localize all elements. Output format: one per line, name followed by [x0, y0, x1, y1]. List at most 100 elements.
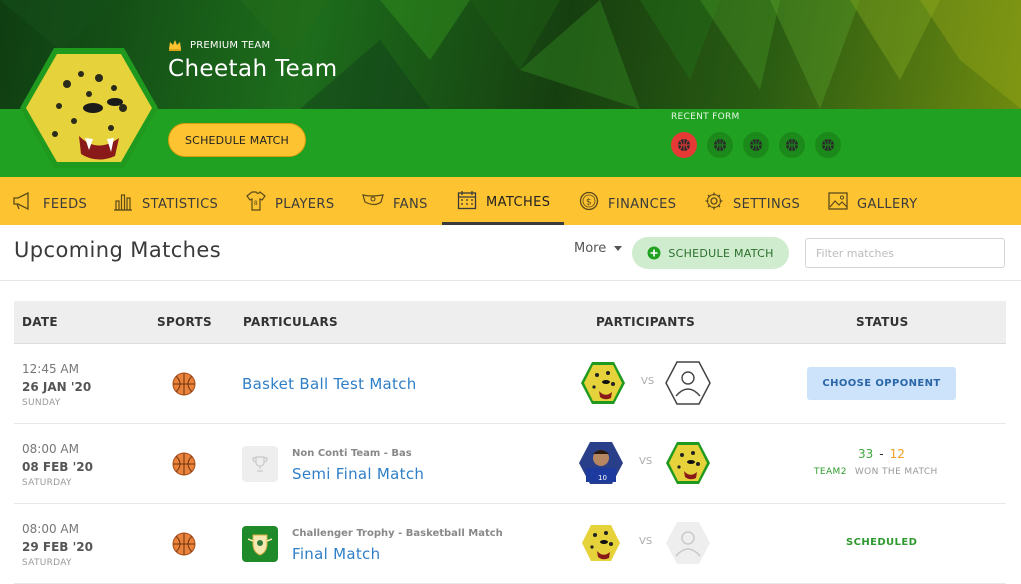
score-away: 12 [889, 447, 905, 461]
svg-text:10: 10 [598, 474, 607, 482]
score-separator: - [879, 447, 884, 461]
winner-team: TEAM2 [814, 467, 847, 477]
svg-text:8: 8 [254, 200, 258, 207]
match-date: 08 FEB '20 [22, 460, 93, 474]
fans-icon [362, 194, 384, 206]
schedule-match-button-secondary[interactable]: SCHEDULE MATCH [632, 237, 789, 269]
team-header: PREMIUM TEAM Cheetah Team SCHEDULE MATCH… [0, 0, 1021, 177]
recent-form-win [743, 132, 769, 158]
bar-chart-icon [114, 194, 132, 211]
tab-finances[interactable]: $ FINANCES [579, 177, 676, 225]
tournament-crest-icon [247, 534, 273, 556]
tab-fans[interactable]: FANS [362, 177, 428, 225]
match-time: 12:45 AM [22, 362, 79, 376]
calendar-icon [457, 190, 477, 209]
basketball-icon [786, 139, 798, 151]
choose-opponent-button[interactable]: CHOOSE OPPONENT [807, 367, 956, 400]
more-label: More [574, 241, 607, 256]
unknown-opponent-avatar[interactable] [665, 520, 711, 566]
status-scheduled: SCHEDULED [846, 537, 918, 548]
match-result: TEAM2 WON THE MATCH [814, 467, 938, 477]
table-row[interactable]: 08:00 AM 08 FEB '20 SATURDAY Non Conti T… [14, 424, 1006, 504]
unknown-opponent-avatar[interactable] [665, 360, 711, 406]
tab-label: GALLERY [857, 196, 918, 212]
crown-icon [169, 40, 181, 51]
caret-down-icon [614, 246, 623, 251]
team-avatar[interactable] [665, 440, 711, 486]
team-name: Cheetah Team [168, 56, 338, 82]
basketball-icon [750, 139, 762, 151]
tab-label: MATCHES [486, 195, 551, 210]
basketball-icon [678, 139, 690, 151]
section-divider [0, 280, 1021, 281]
recent-form-win [707, 132, 733, 158]
column-header-participants: PARTICIPANTS [596, 315, 696, 329]
team-avatar[interactable] [578, 520, 624, 566]
image-icon [828, 192, 848, 210]
match-date: 26 JAN '20 [22, 380, 92, 394]
match-tournament: Challenger Trophy - Basketball Match [292, 528, 503, 539]
tab-label: FINANCES [608, 196, 677, 212]
table-row[interactable]: 08:00 AM 29 FEB '20 SATURDAY Challenger … [14, 504, 1006, 584]
recent-form-win [779, 132, 805, 158]
tournament-thumbnail [242, 446, 278, 482]
schedule-match-button[interactable]: SCHEDULE MATCH [168, 123, 306, 157]
premium-badge: PREMIUM TEAM [168, 38, 270, 52]
match-score: 33 - 12 [858, 447, 905, 461]
match-title-link[interactable]: Final Match [292, 545, 380, 563]
basketball-icon [714, 139, 726, 151]
versus-label: VS [639, 536, 653, 547]
match-title-link[interactable]: Semi Final Match [292, 465, 424, 483]
column-header-status: STATUS [856, 315, 909, 329]
recent-form-loss [671, 132, 697, 158]
table-row[interactable]: 12:45 AM 26 JAN '20 SUNDAY Basket Ball T… [14, 344, 1006, 424]
basketball-icon [822, 139, 834, 151]
matches-table-header: DATE SPORTS PARTICULARS PARTICIPANTS STA… [14, 301, 1006, 344]
plus-circle-icon [647, 246, 661, 260]
recent-form-win [815, 132, 841, 158]
dollar-coin-icon: $ [579, 191, 599, 211]
basketball-icon [172, 372, 196, 396]
versus-label: VS [639, 456, 653, 467]
column-header-date: DATE [22, 315, 58, 329]
score-home: 33 [858, 447, 874, 461]
tab-statistics[interactable]: STATISTICS [113, 177, 218, 225]
tab-label: PLAYERS [275, 196, 335, 212]
team-tab-bar: FEEDS STATISTICS 8 PLAYERS FANS MATCHES … [0, 177, 1021, 225]
match-time: 08:00 AM [22, 522, 79, 536]
tab-label: FANS [393, 196, 428, 212]
recent-form [671, 132, 841, 158]
tab-matches[interactable]: MATCHES [442, 177, 564, 225]
premium-label: PREMIUM TEAM [190, 39, 271, 51]
tab-gallery[interactable]: GALLERY [828, 177, 918, 225]
match-day: SATURDAY [22, 478, 72, 488]
match-title-link[interactable]: Basket Ball Test Match [242, 375, 417, 393]
result-text: WON THE MATCH [854, 467, 938, 477]
column-header-particulars: PARTICULARS [243, 315, 338, 329]
column-header-sports: SPORTS [157, 315, 212, 329]
versus-label: VS [641, 376, 655, 387]
tab-label: STATISTICS [142, 196, 219, 212]
basketball-icon [172, 452, 196, 476]
team2-avatar[interactable]: 10 [578, 440, 624, 486]
basketball-icon [172, 532, 196, 556]
team-logo [19, 46, 159, 170]
match-time: 08:00 AM [22, 442, 79, 456]
match-day: SATURDAY [22, 558, 72, 568]
match-tournament: Non Conti Team - Bas [292, 448, 412, 459]
tab-label: FEEDS [43, 196, 88, 212]
team-avatar[interactable] [580, 360, 626, 406]
more-dropdown[interactable]: More [574, 241, 623, 256]
tournament-thumbnail [242, 526, 278, 562]
gear-icon [705, 192, 723, 210]
svg-text:$: $ [586, 198, 592, 208]
megaphone-icon [13, 192, 29, 210]
tab-feeds[interactable]: FEEDS [12, 177, 87, 225]
tab-settings[interactable]: SETTINGS [704, 177, 800, 225]
filter-matches-input[interactable] [805, 238, 1005, 268]
tab-players[interactable]: 8 PLAYERS [246, 177, 335, 225]
trophy-icon [252, 456, 268, 472]
tab-label: SETTINGS [733, 196, 801, 212]
schedule-match-label: SCHEDULE MATCH [668, 246, 774, 260]
match-date: 29 FEB '20 [22, 540, 93, 554]
